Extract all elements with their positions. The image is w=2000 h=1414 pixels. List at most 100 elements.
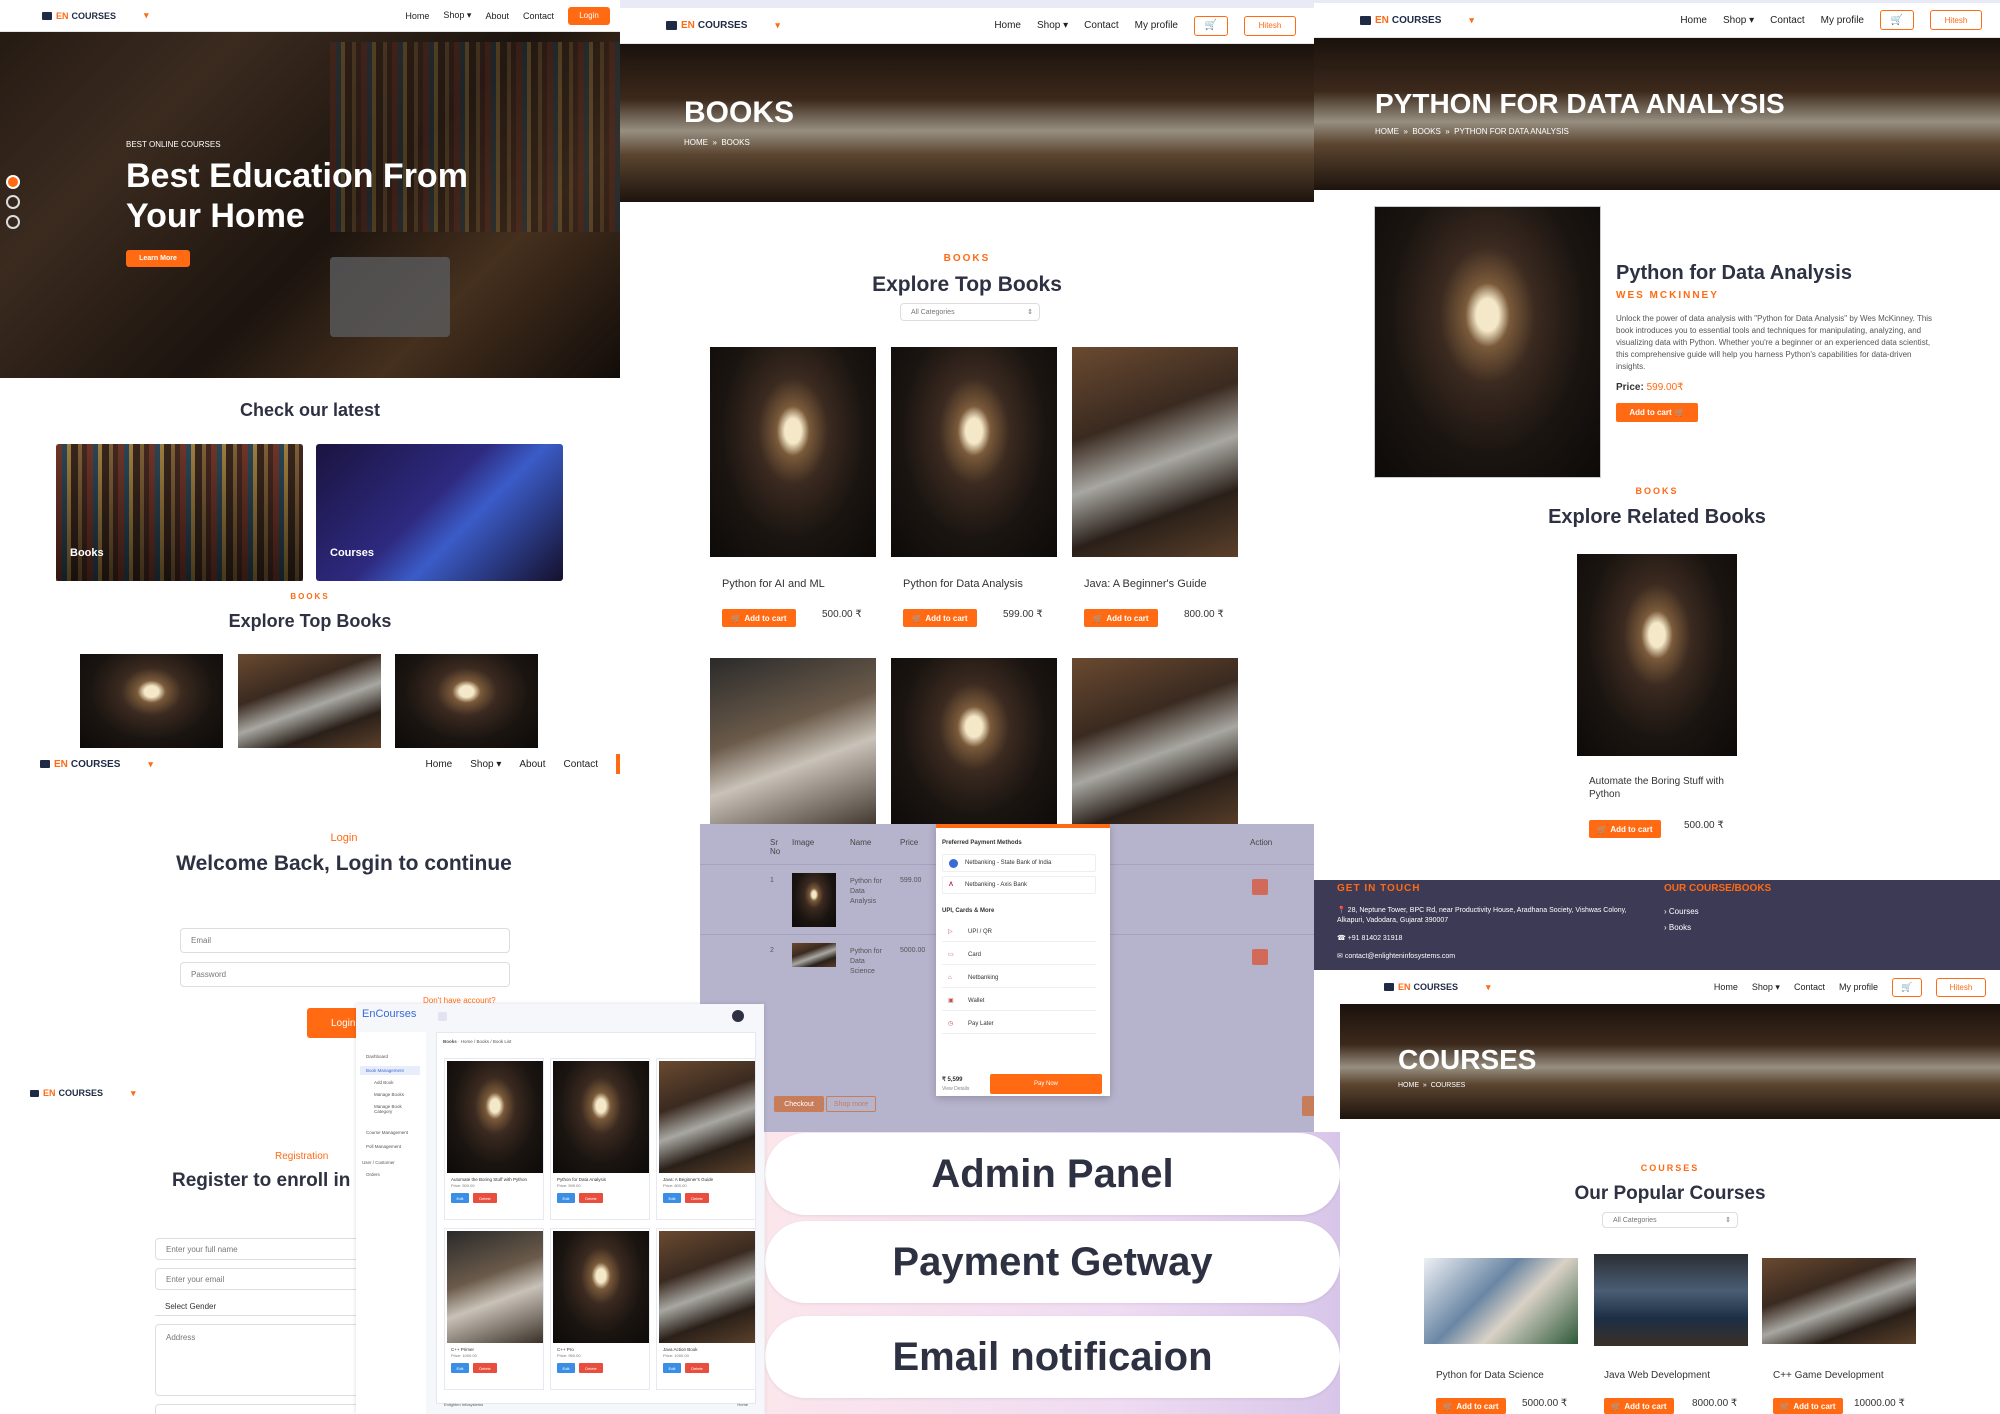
- nav-home[interactable]: Home: [405, 11, 429, 21]
- slider-dot-1[interactable]: [6, 175, 20, 189]
- book-title[interactable]: Python for AI and ML: [722, 578, 825, 590]
- sidebar-item-add-book[interactable]: Add Book: [374, 1080, 394, 1085]
- register-next-field[interactable]: [155, 1404, 360, 1414]
- brand-logo[interactable]: EN COURSES ▾: [30, 1088, 136, 1099]
- brand-logo[interactable]: EN COURSES ▾: [666, 20, 780, 31]
- course-title[interactable]: Java Web Development: [1604, 1370, 1710, 1381]
- sidebar-item-dashboard[interactable]: Dashboard: [366, 1054, 388, 1059]
- sidebar-item-orders[interactable]: Orders: [366, 1172, 380, 1177]
- footer-link-courses[interactable]: › Courses: [1664, 907, 1699, 916]
- nav-home[interactable]: Home: [1714, 982, 1738, 992]
- method-card[interactable]: ▭ Card: [942, 945, 1096, 965]
- method-wallet[interactable]: ▣ Wallet: [942, 991, 1096, 1011]
- email-field[interactable]: Email: [180, 928, 510, 953]
- course-title[interactable]: Python for Data Science: [1436, 1370, 1544, 1381]
- course-title[interactable]: C++ Game Development: [1773, 1370, 1884, 1381]
- brand-logo[interactable]: EN COURSES ▾: [42, 10, 149, 21]
- slider-dot-3[interactable]: [6, 215, 20, 229]
- course-card-image[interactable]: [1594, 1254, 1748, 1346]
- book-card-image[interactable]: [710, 658, 876, 830]
- related-book-image[interactable]: [1577, 554, 1737, 756]
- add-to-cart-button[interactable]: 🛒 Add to cart: [1436, 1398, 1506, 1414]
- tile-books[interactable]: Books: [56, 444, 303, 581]
- checkout-button[interactable]: Checkout: [774, 1096, 824, 1112]
- book-card-image[interactable]: [891, 347, 1057, 557]
- admin-brand[interactable]: EnCourses: [362, 1008, 416, 1020]
- user-button[interactable]: Hitesh: [1930, 10, 1982, 30]
- sidebar-item-book-management[interactable]: Book Management: [360, 1066, 420, 1075]
- chevron-down-icon[interactable]: ▾: [775, 20, 780, 31]
- register-email-field[interactable]: Enter your email: [155, 1268, 360, 1290]
- avatar[interactable]: [732, 1010, 744, 1022]
- login-button-edge[interactable]: [616, 754, 620, 774]
- book-title[interactable]: Python for Data Analysis: [903, 578, 1023, 590]
- nav-contact[interactable]: Contact: [1794, 982, 1825, 992]
- cart-icon[interactable]: 🛒: [1194, 15, 1228, 36]
- nav-home[interactable]: Home: [1680, 15, 1707, 26]
- brand-logo[interactable]: EN COURSES ▾: [1360, 15, 1474, 26]
- delete-button[interactable]: Delete: [473, 1193, 497, 1203]
- delete-icon[interactable]: [1252, 879, 1268, 895]
- bank-option[interactable]: Λ Netbanking - Axis Bank: [942, 876, 1096, 894]
- nav-about[interactable]: About: [519, 759, 545, 770]
- nav-shop[interactable]: Shop ▾: [1723, 15, 1754, 26]
- footer-link-books[interactable]: › Books: [1664, 923, 1691, 932]
- book-title[interactable]: Java: A Beginner's Guide: [1084, 578, 1207, 590]
- add-to-cart-button[interactable]: 🛒 Add to cart: [1084, 609, 1158, 627]
- gender-select[interactable]: Select Gender: [155, 1298, 360, 1316]
- chevron-down-icon[interactable]: ▾: [131, 1088, 136, 1099]
- book-card-image[interactable]: [710, 347, 876, 557]
- edit-button[interactable]: Edit: [557, 1363, 575, 1373]
- nav-home[interactable]: Home: [994, 20, 1021, 31]
- home-book-thumb-3[interactable]: [395, 654, 538, 748]
- edit-button[interactable]: Edit: [451, 1363, 469, 1373]
- nav-shop[interactable]: Shop ▾: [1037, 20, 1068, 31]
- add-to-cart-button[interactable]: Add to cart 🛒: [1616, 403, 1698, 422]
- book-card-image[interactable]: [1072, 658, 1238, 830]
- delete-button[interactable]: Delete: [685, 1363, 709, 1373]
- edit-button[interactable]: Edit: [451, 1193, 469, 1203]
- chevron-down-icon[interactable]: ▾: [148, 759, 153, 770]
- sidebar-item-poll-management[interactable]: Poll Management: [366, 1144, 401, 1149]
- footer-email[interactable]: ✉ contact@enlighteninfosystems.com: [1337, 952, 1455, 960]
- delete-button[interactable]: Delete: [685, 1193, 709, 1203]
- learn-more-button[interactable]: Learn More: [126, 250, 190, 267]
- password-field[interactable]: Password: [180, 962, 510, 987]
- nav-shop[interactable]: Shop ▾: [470, 759, 501, 770]
- method-paylater[interactable]: ◷ Pay Later: [942, 1014, 1096, 1034]
- edit-button[interactable]: Edit: [663, 1363, 681, 1373]
- course-card-image[interactable]: [1424, 1258, 1578, 1344]
- nav-contact[interactable]: Contact: [564, 759, 598, 770]
- delete-button[interactable]: Delete: [473, 1363, 497, 1373]
- delete-button[interactable]: Delete: [579, 1193, 603, 1203]
- category-select[interactable]: All Categories ⇕: [1602, 1212, 1738, 1228]
- method-upi[interactable]: ▷ UPI / QR: [942, 922, 1096, 942]
- menu-toggle-icon[interactable]: [438, 1012, 447, 1021]
- cart-icon[interactable]: 🛒: [1892, 977, 1922, 997]
- nav-home[interactable]: Home: [426, 759, 453, 770]
- sidebar-item-manage-category[interactable]: Manage Book Category: [374, 1104, 414, 1114]
- brand-logo[interactable]: EN COURSES ▾: [40, 759, 153, 770]
- user-button[interactable]: Hitesh: [1936, 977, 1986, 997]
- nav-contact[interactable]: Contact: [1084, 20, 1118, 31]
- nav-profile[interactable]: My profile: [1821, 15, 1864, 26]
- pay-now-button[interactable]: Pay Now: [990, 1074, 1102, 1094]
- bank-option[interactable]: Netbanking - State Bank of India: [942, 854, 1096, 872]
- login-button[interactable]: Login: [568, 6, 610, 25]
- chevron-down-icon[interactable]: ▾: [1486, 982, 1491, 993]
- nav-contact[interactable]: Contact: [523, 11, 554, 21]
- chevron-down-icon[interactable]: ▾: [1469, 15, 1474, 26]
- nav-shop[interactable]: Shop ▾: [1752, 982, 1780, 993]
- course-card-image[interactable]: [1762, 1258, 1916, 1344]
- tile-courses[interactable]: Courses: [316, 444, 563, 581]
- delete-button[interactable]: Delete: [579, 1363, 603, 1373]
- add-to-cart-button[interactable]: 🛒 Add to cart: [1589, 820, 1661, 838]
- sidebar-item-course-management[interactable]: Course Management: [366, 1130, 408, 1135]
- nav-shop[interactable]: Shop ▾: [443, 10, 471, 21]
- book-card-image[interactable]: [1072, 347, 1238, 557]
- nav-profile[interactable]: My profile: [1839, 982, 1878, 992]
- slider-dot-2[interactable]: [6, 195, 20, 209]
- add-to-cart-button[interactable]: 🛒 Add to cart: [722, 609, 796, 627]
- edit-button[interactable]: Edit: [663, 1193, 681, 1203]
- brand-logo[interactable]: EN COURSES ▾: [1384, 982, 1491, 993]
